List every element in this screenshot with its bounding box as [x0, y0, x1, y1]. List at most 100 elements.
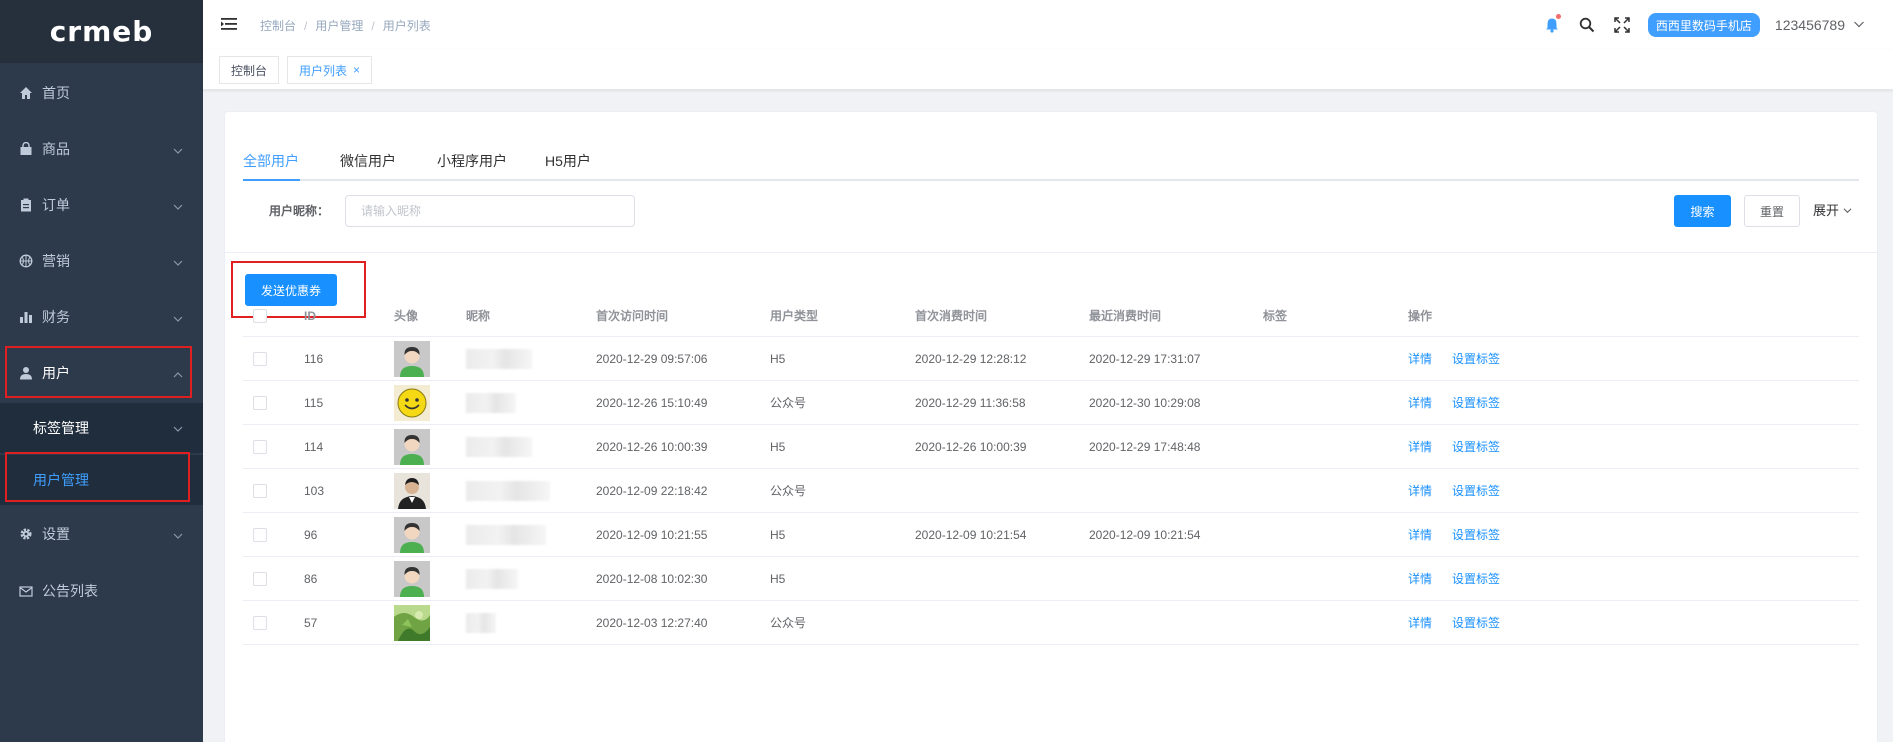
detail-link[interactable]: 详情 [1408, 526, 1432, 543]
chevron-down-icon[interactable] [1853, 18, 1865, 33]
bar-chart-icon [18, 309, 34, 325]
tag-label: 用户列表 [299, 63, 348, 78]
sidebar-subitem-label: 标签管理 [33, 420, 89, 436]
tab-mini-program-users[interactable]: 小程序用户 [437, 141, 507, 181]
notification-dot [1555, 14, 1561, 19]
table-row: 86 2020-12-08 10:02:30 H5 详情 设置标签 [243, 557, 1859, 601]
row-checkbox[interactable] [253, 571, 267, 586]
set-tag-link[interactable]: 设置标签 [1452, 570, 1500, 587]
table-row: 116 2020-12-29 09:57:06 H5 2020-12-29 12:28… [243, 337, 1859, 381]
sidebar-item-home[interactable]: 首页 [0, 65, 203, 121]
cell-first-pay: 2020-12-29 12:28:12 [915, 351, 1027, 366]
search-icon[interactable] [1578, 16, 1596, 34]
set-tag-link[interactable]: 设置标签 [1452, 350, 1500, 367]
mail-icon [18, 583, 34, 599]
highlight-box-user-management [5, 452, 190, 502]
avatar [394, 560, 430, 597]
detail-link[interactable]: 详情 [1408, 570, 1432, 587]
logo[interactable]: crmeb [0, 0, 203, 63]
logo-text: crmeb [49, 15, 154, 48]
cell-last-pay: 2020-12-29 17:48:48 [1089, 439, 1201, 454]
fullscreen-icon[interactable] [1613, 16, 1631, 34]
bag-icon [18, 141, 34, 157]
user-list-card: 全部用户 微信用户 小程序用户 H5用户 用户昵称： 搜索 重置 展开 发送优惠… [224, 111, 1879, 742]
top-header: 控制台 / 用户管理 / 用户列表 西西里数码手机店 123456789 [203, 0, 1893, 50]
detail-link[interactable]: 详情 [1408, 482, 1432, 499]
detail-link[interactable]: 详情 [1408, 350, 1432, 367]
tag-user-list[interactable]: 用户列表 × [287, 56, 373, 84]
search-button[interactable]: 搜索 [1674, 195, 1731, 227]
username[interactable]: 123456789 [1775, 17, 1845, 33]
cell-id: 116 [304, 351, 324, 366]
nickname-redacted [466, 392, 516, 413]
sidebar-item-marketing[interactable]: 营销 [0, 233, 203, 289]
cell-first-pay: 2020-12-09 10:21:54 [915, 527, 1027, 542]
detail-link[interactable]: 详情 [1408, 614, 1432, 631]
reset-button[interactable]: 重置 [1744, 195, 1800, 227]
column-header: 操作 [1408, 309, 1433, 323]
sidebar-item-orders[interactable]: 订单 [0, 177, 203, 233]
store-name-badge: 西西里数码手机店 [1647, 13, 1760, 37]
sidebar-item-label: 订单 [42, 197, 70, 213]
cell-id: 115 [304, 395, 324, 410]
column-header: 昵称 [466, 309, 491, 323]
chevron-down-icon [173, 528, 183, 544]
sidebar-item-products[interactable]: 商品 [0, 121, 203, 177]
cell-last-pay: 2020-12-09 10:21:54 [1089, 527, 1201, 542]
table-row: 96 2020-12-09 10:21:55 H5 2020-12-09 10:21:… [243, 513, 1859, 557]
sidebar-item-settings[interactable]: 设置 [0, 506, 203, 562]
column-header: 标签 [1263, 309, 1288, 323]
cell-first-visit: 2020-12-26 10:00:39 [596, 439, 708, 454]
table-row: 103 2020-12-09 22:18:42 公众号 详情 设置标签 [243, 469, 1859, 513]
cell-last-pay: 2020-12-30 10:29:08 [1089, 395, 1201, 410]
set-tag-link[interactable]: 设置标签 [1452, 614, 1500, 631]
table-row: 57 2020-12-03 12:27:40 公众号 详情 设置标签 [243, 601, 1859, 645]
set-tag-link[interactable]: 设置标签 [1452, 394, 1500, 411]
cell-id: 114 [304, 439, 324, 454]
column-header: 头像 [394, 309, 419, 323]
tag-dashboard[interactable]: 控制台 [219, 56, 280, 84]
row-checkbox[interactable] [253, 351, 267, 366]
set-tag-link[interactable]: 设置标签 [1452, 482, 1500, 499]
cell-id: 96 [304, 527, 318, 542]
cell-type: H5 [770, 571, 786, 586]
row-checkbox[interactable] [253, 395, 267, 410]
bell-icon[interactable] [1543, 14, 1561, 34]
section-divider [225, 252, 1879, 253]
cell-first-visit: 2020-12-03 12:27:40 [596, 615, 708, 630]
detail-link[interactable]: 详情 [1408, 438, 1432, 455]
breadcrumb-item[interactable]: 用户管理 [315, 19, 363, 33]
breadcrumb-item[interactable]: 控制台 [260, 19, 296, 33]
row-checkbox[interactable] [253, 527, 267, 542]
avatar [394, 472, 430, 509]
row-checkbox[interactable] [253, 615, 267, 630]
cell-type: 公众号 [770, 616, 807, 630]
set-tag-link[interactable]: 设置标签 [1452, 438, 1500, 455]
sidebar-item-announcements[interactable]: 公告列表 [0, 563, 203, 619]
chevron-down-icon [173, 255, 183, 271]
sidebar-subitem-tags[interactable]: 标签管理 [0, 403, 203, 453]
cell-id: 103 [304, 483, 325, 498]
close-icon[interactable]: × [353, 63, 360, 77]
highlight-box-users [5, 346, 192, 398]
nickname-redacted [466, 524, 546, 545]
set-tag-link[interactable]: 设置标签 [1452, 526, 1500, 543]
select-all-checkbox[interactable] [253, 308, 267, 323]
user-type-tabs: 全部用户 微信用户 小程序用户 H5用户 [243, 141, 1859, 181]
cell-first-pay: 2020-12-26 10:00:39 [915, 439, 1027, 454]
detail-link[interactable]: 详情 [1408, 394, 1432, 411]
cell-id: 86 [304, 571, 318, 586]
tab-wechat-users[interactable]: 微信用户 [340, 141, 396, 181]
avatar [394, 340, 430, 377]
tab-h5-users[interactable]: H5用户 [545, 141, 591, 181]
column-header: 用户类型 [770, 309, 819, 323]
row-checkbox[interactable] [253, 483, 267, 498]
menu-toggle-icon[interactable] [220, 15, 238, 33]
tab-all-users[interactable]: 全部用户 [243, 141, 299, 181]
nickname-search-input[interactable] [345, 195, 635, 227]
sidebar-item-finance[interactable]: 财务 [0, 289, 203, 345]
row-checkbox[interactable] [253, 439, 267, 454]
expand-toggle[interactable]: 展开 [1813, 195, 1852, 227]
column-header: ID [304, 308, 316, 323]
tags-view: 控制台 用户列表 × [203, 50, 1893, 90]
